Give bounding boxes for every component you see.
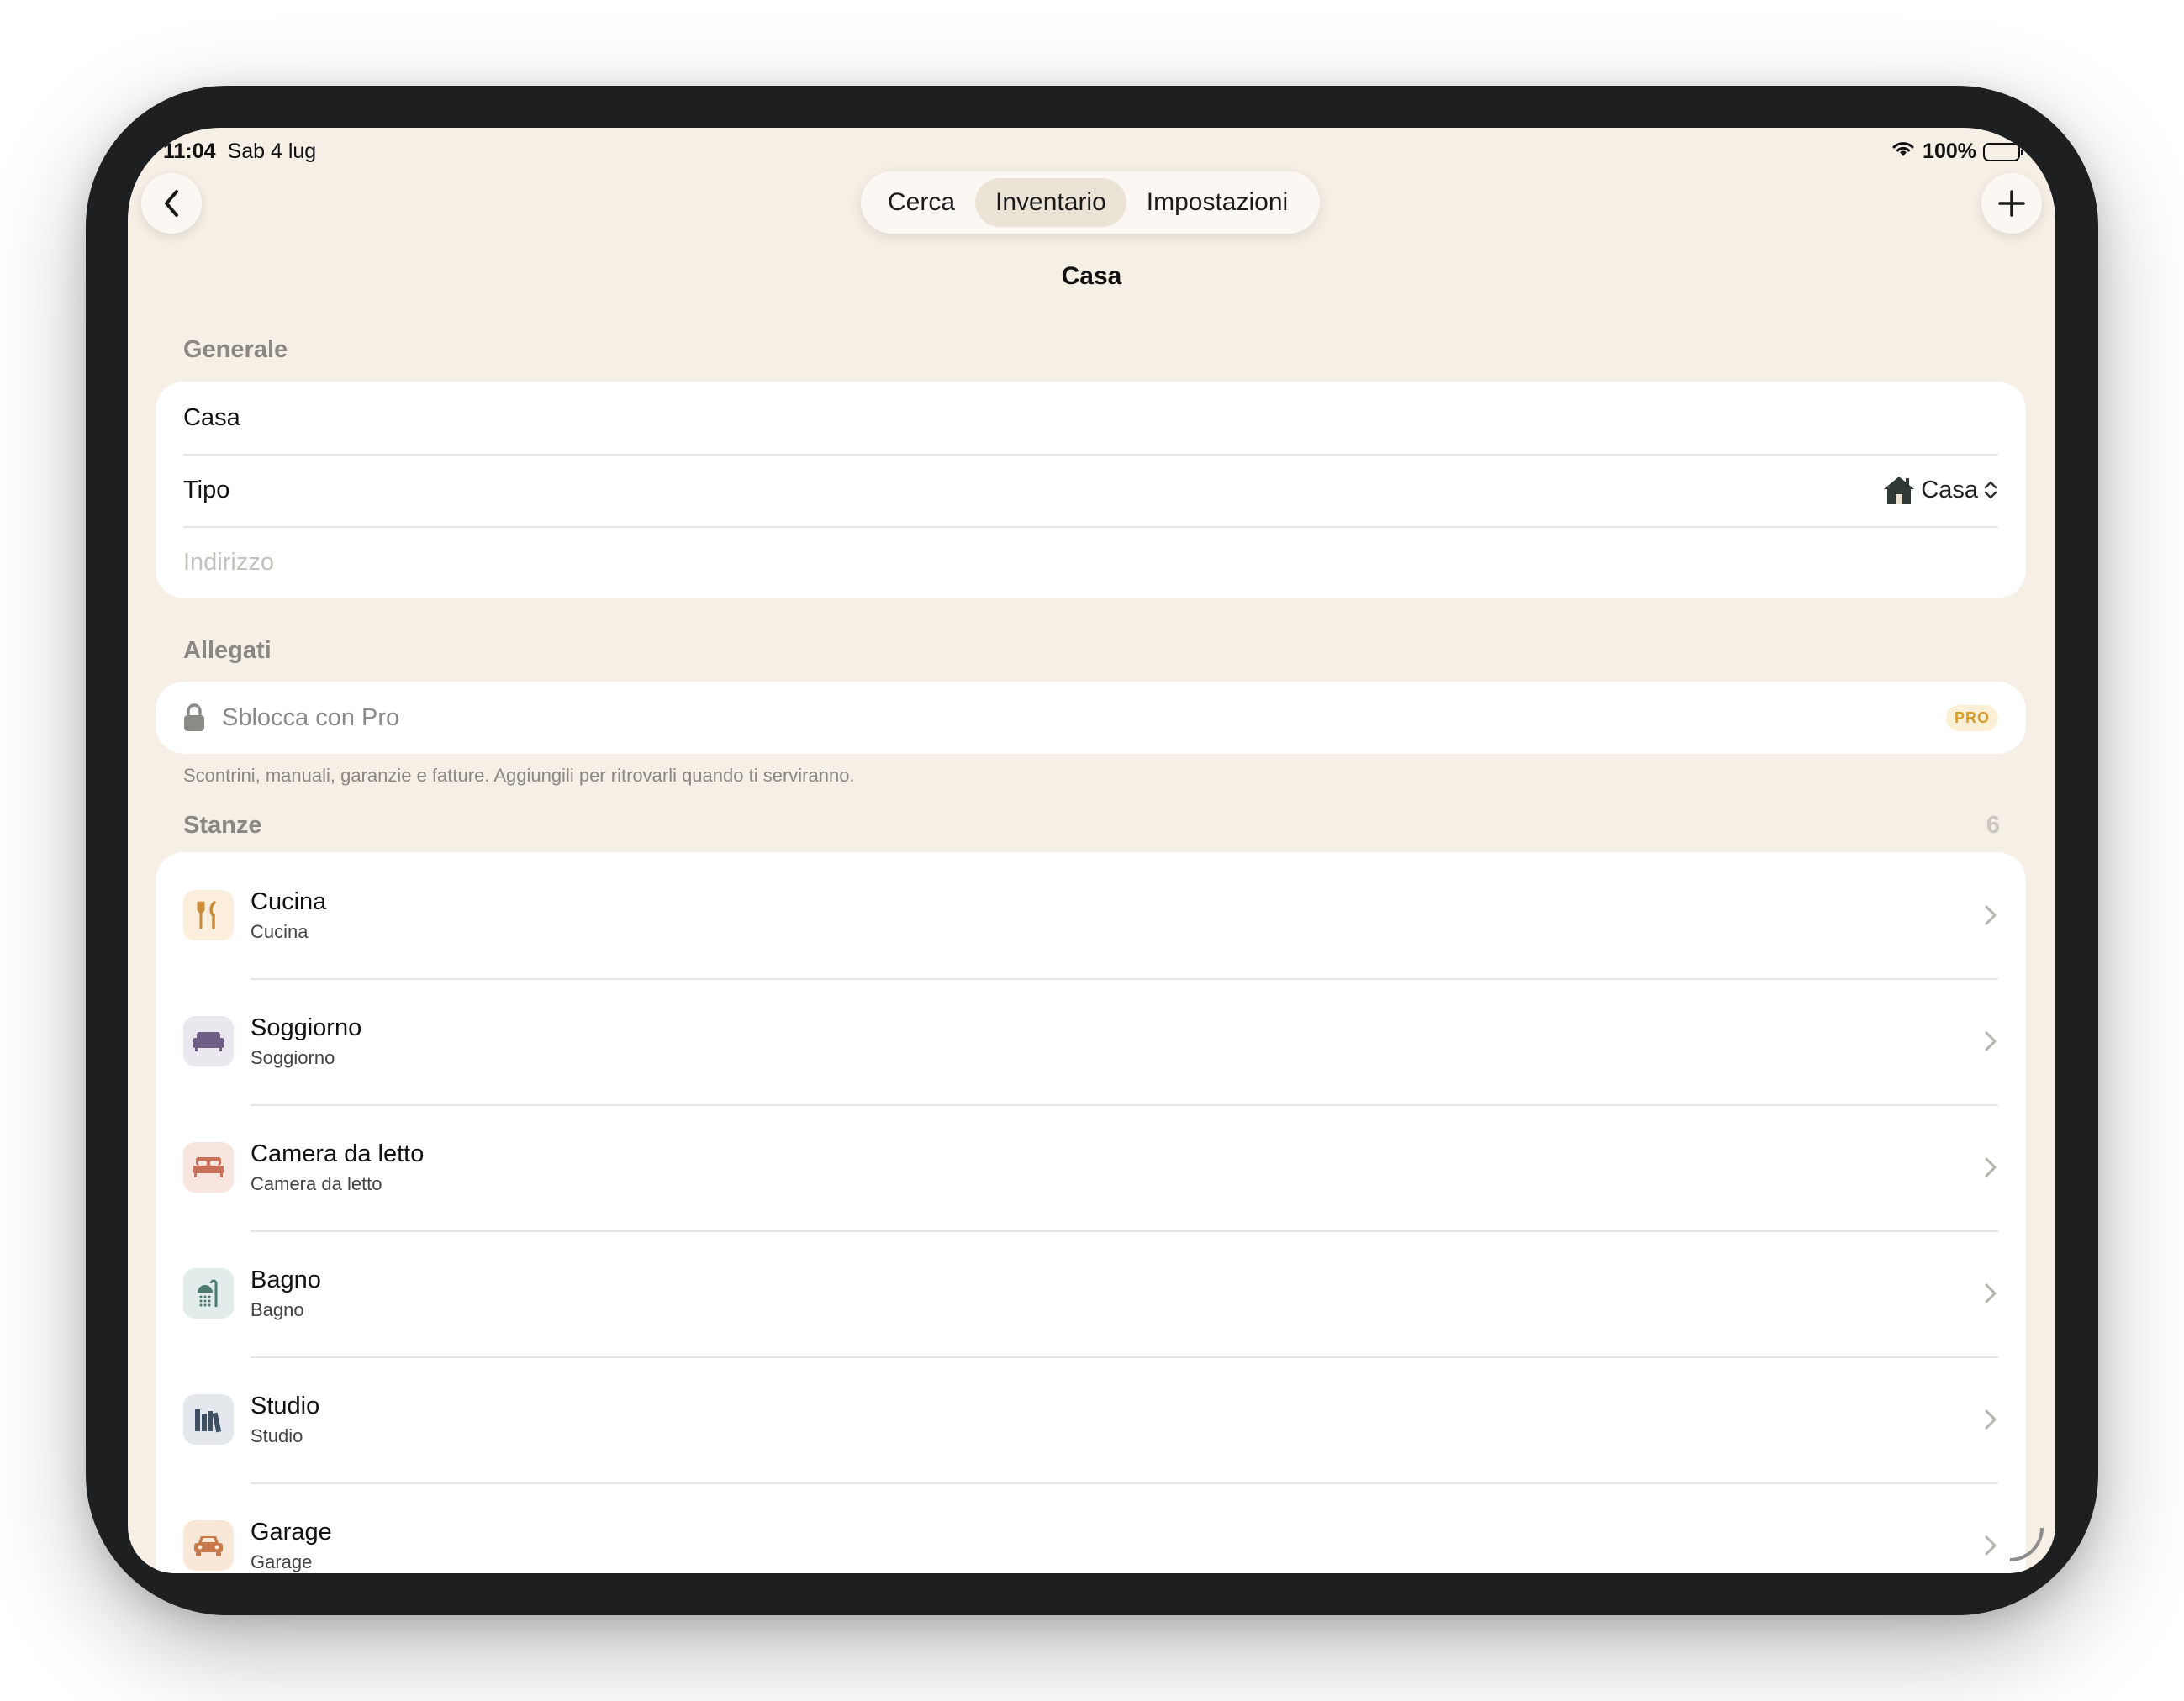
general-card: Casa Tipo Casa Indirizzo <box>156 382 2026 598</box>
room-subtitle: Bagno <box>251 1298 304 1320</box>
name-field[interactable]: Casa <box>156 382 2026 454</box>
chevron-right-icon <box>1985 905 1997 925</box>
attachments-card: Sblocca con Pro PRO <box>156 682 2026 754</box>
type-row[interactable]: Tipo Casa <box>156 454 2026 526</box>
chevron-right-icon <box>1985 1409 1997 1430</box>
type-value: Casa <box>1921 476 1978 503</box>
address-field[interactable]: Indirizzo <box>156 526 2026 598</box>
books-icon <box>183 1394 234 1445</box>
chevron-right-icon <box>1985 1535 1997 1556</box>
room-title: Studio <box>251 1392 320 1419</box>
add-button[interactable] <box>1981 173 2042 234</box>
room-row-bagno[interactable]: Bagno Bagno <box>156 1230 2026 1356</box>
wifi-icon <box>1891 140 1916 164</box>
scroll-corner-indicator <box>2010 1528 2044 1561</box>
room-title: Soggiorno <box>251 1014 362 1041</box>
room-row-camera-da-letto[interactable]: Camera da letto Camera da letto <box>156 1104 2026 1230</box>
unlock-pro-label: Sblocca con Pro <box>222 703 400 731</box>
room-subtitle: Studio <box>251 1425 303 1446</box>
fork-knife-icon <box>183 890 234 940</box>
lock-icon <box>184 703 204 731</box>
back-button[interactable] <box>141 173 202 234</box>
section-label-general: Generale <box>183 336 288 363</box>
status-right: 100% <box>1891 140 2023 164</box>
tab-impostazioni[interactable]: Impostazioni <box>1126 178 1308 227</box>
chevron-right-icon <box>1985 1031 1997 1051</box>
screen: 11:04 Sab 4 lug 100% Cerca Inventario Imp… <box>128 128 2055 1573</box>
bed-icon <box>183 1142 234 1193</box>
attachments-footnote: Scontrini, manuali, garanzie e fatture. … <box>183 765 855 786</box>
address-placeholder: Indirizzo <box>183 548 274 576</box>
room-subtitle: Garage <box>251 1551 313 1572</box>
tab-inventario[interactable]: Inventario <box>975 178 1126 227</box>
room-subtitle: Camera da letto <box>251 1172 382 1194</box>
rooms-count: 6 <box>1986 812 2000 839</box>
room-title: Bagno <box>251 1266 321 1293</box>
shower-icon <box>183 1268 234 1319</box>
car-icon <box>183 1520 234 1571</box>
room-row-studio[interactable]: Studio Studio <box>156 1356 2026 1482</box>
name-value: Casa <box>183 403 240 431</box>
room-subtitle: Soggiorno <box>251 1046 335 1068</box>
tab-bar: Cerca Inventario Impostazioni <box>861 171 1320 234</box>
type-label: Tipo <box>183 476 230 503</box>
chevron-left-icon <box>165 190 178 217</box>
rooms-card: Cucina Cucina Soggiorno Soggiorno Camera… <box>156 852 2026 1573</box>
room-row-garage[interactable]: Garage Garage <box>156 1482 2026 1573</box>
room-title: Camera da letto <box>251 1140 425 1167</box>
house-icon <box>1884 477 1915 504</box>
room-row-cucina[interactable]: Cucina Cucina <box>156 852 2026 978</box>
sofa-icon <box>183 1016 234 1066</box>
status-date: Sab 4 lug <box>227 140 317 163</box>
room-title: Cucina <box>251 887 327 915</box>
section-label-rooms: Stanze <box>183 812 262 839</box>
room-subtitle: Cucina <box>251 920 309 942</box>
page-title: Casa <box>1061 262 1122 290</box>
room-row-soggiorno[interactable]: Soggiorno Soggiorno <box>156 978 2026 1104</box>
chevron-up-down-icon <box>1984 481 1997 499</box>
pro-badge: PRO <box>1945 704 1998 731</box>
chevron-right-icon <box>1985 1283 1997 1303</box>
room-title: Garage <box>251 1518 332 1546</box>
tab-cerca[interactable]: Cerca <box>868 178 975 227</box>
status-time: 11:04 Sab 4 lug <box>163 140 317 163</box>
chevron-right-icon <box>1985 1157 1997 1177</box>
plus-icon <box>1998 190 2025 217</box>
battery-percentage: 100% <box>1923 140 1976 163</box>
type-picker[interactable]: Casa <box>1882 473 1998 507</box>
unlock-pro-row[interactable]: Sblocca con Pro PRO <box>156 682 2026 754</box>
battery-icon <box>1983 142 2023 161</box>
section-label-attachments: Allegati <box>183 637 272 664</box>
